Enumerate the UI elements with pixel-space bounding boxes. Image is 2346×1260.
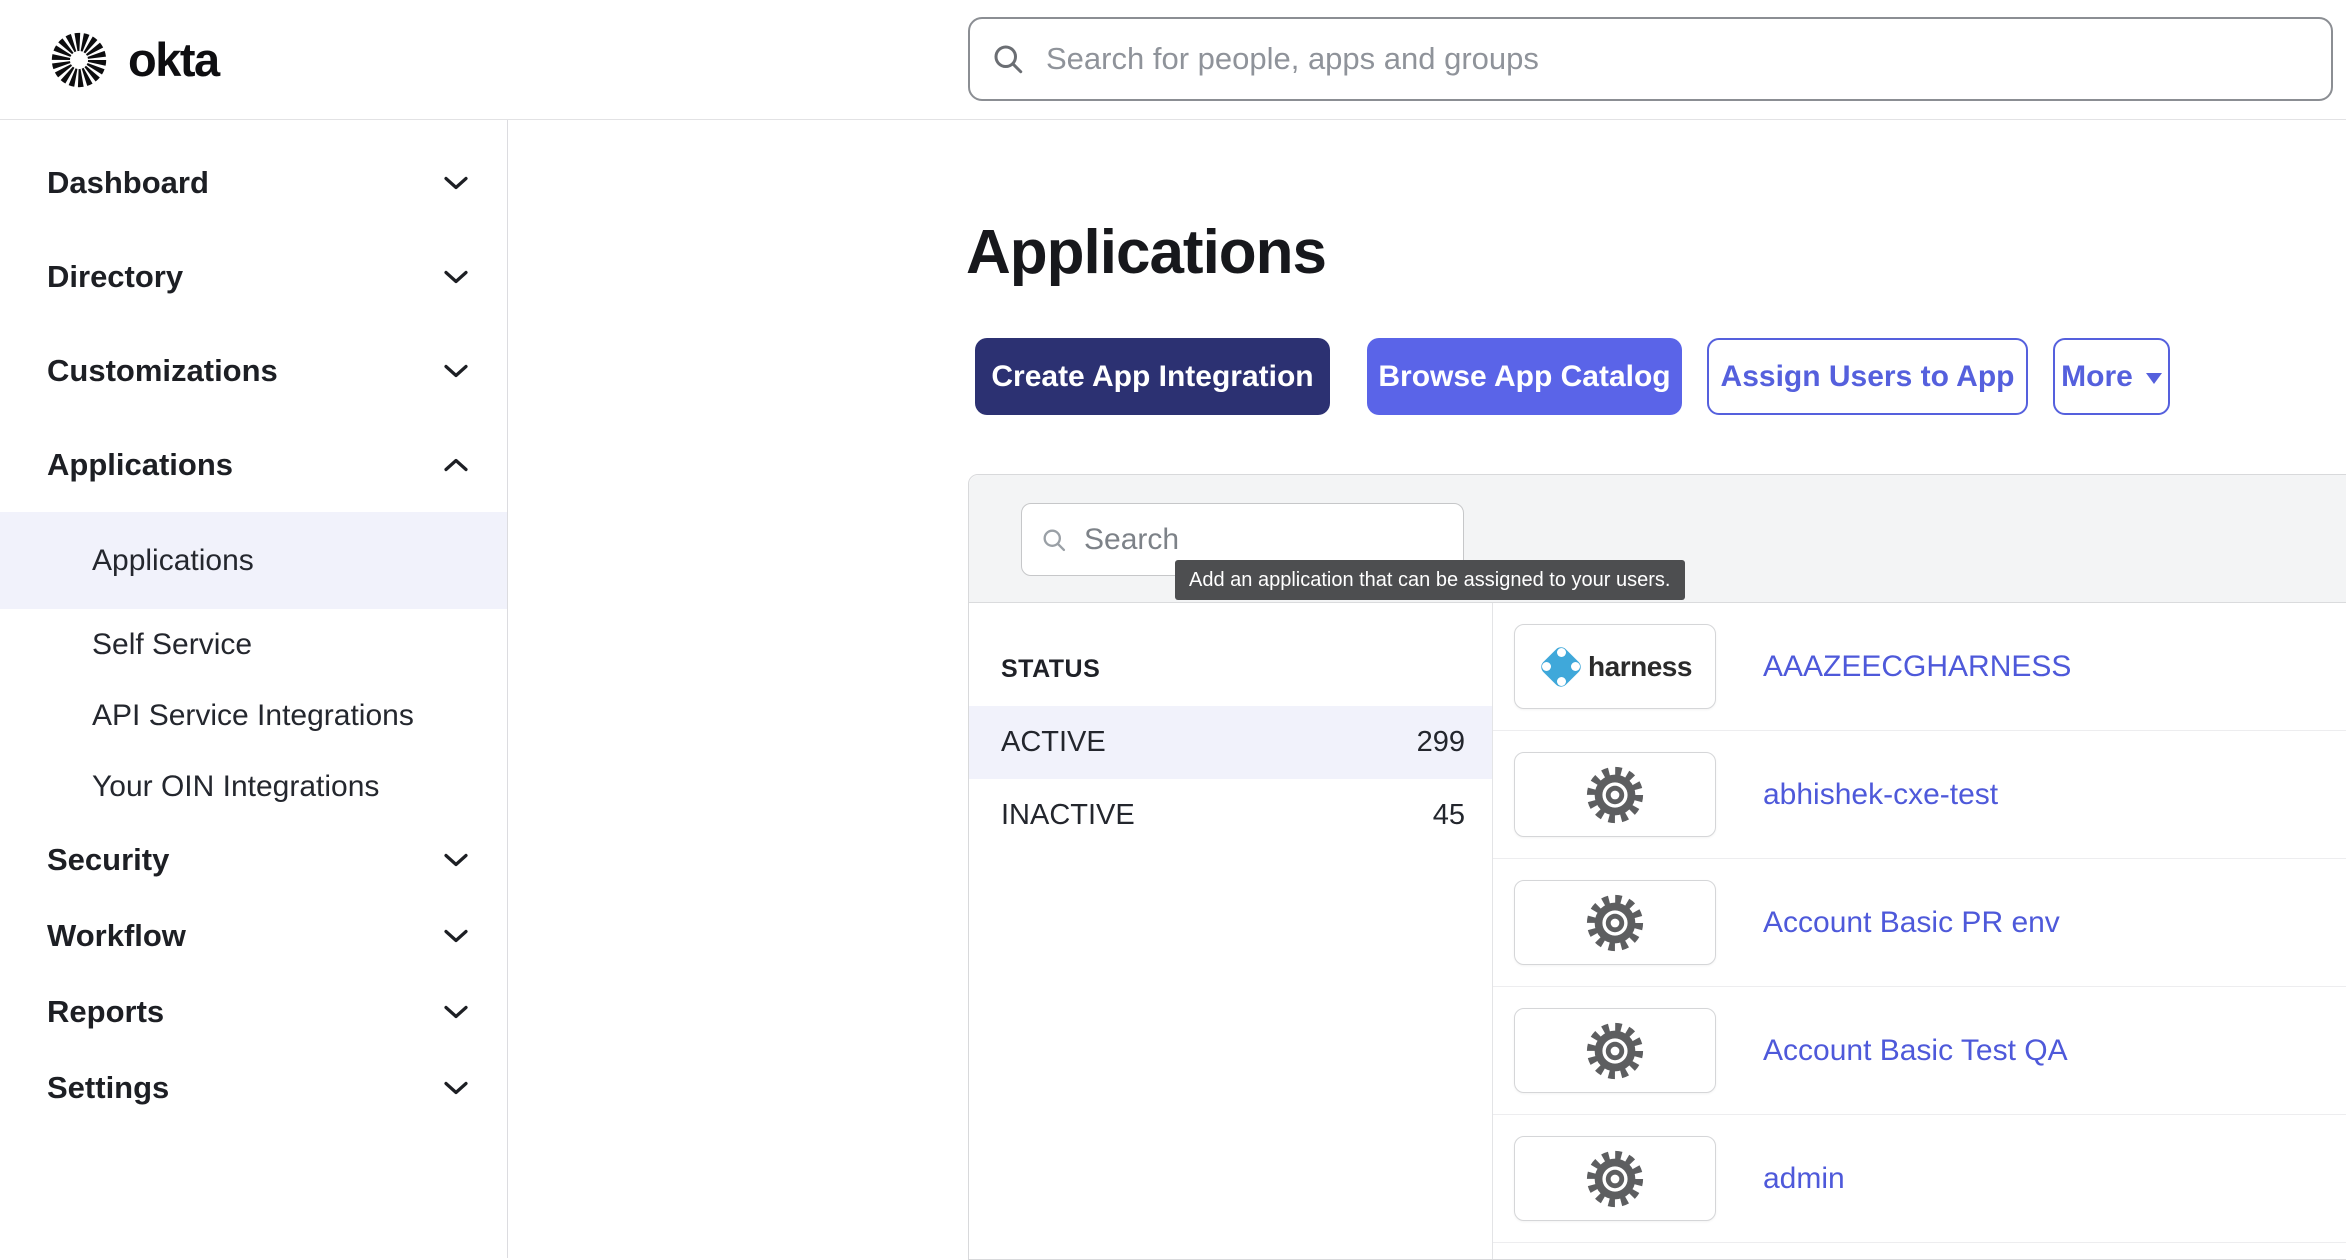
- sidebar-item-applications[interactable]: Applications: [0, 418, 507, 512]
- sidebar-item-label: Dashboard: [47, 165, 209, 201]
- sidebar-item-reports[interactable]: Reports: [0, 974, 507, 1050]
- harness-logo: harness: [1538, 644, 1692, 690]
- chevron-down-icon: [443, 928, 469, 944]
- create-app-integration-button[interactable]: Create App Integration: [975, 338, 1330, 415]
- page-title: Applications: [966, 222, 1326, 284]
- sidebar-item-api-service-integrations[interactable]: API Service Integrations: [0, 680, 507, 751]
- tooltip: Add an application that can be assigned …: [1175, 560, 1685, 600]
- app-icon-tile: [1514, 1136, 1716, 1221]
- status-filter-heading: STATUS: [969, 655, 1492, 684]
- global-search[interactable]: [968, 17, 2333, 101]
- sidebar-item-label: Directory: [47, 259, 183, 295]
- status-filter-count: 45: [1433, 799, 1465, 832]
- sidebar-item-label: Customizations: [47, 353, 278, 389]
- panel-body: STATUS ACTIVE 299 INACTIVE 45 harness AAAZEE…: [969, 603, 2346, 1259]
- chevron-up-icon: [443, 457, 469, 473]
- sidebar-item-label: Your OIN Integrations: [92, 770, 379, 804]
- sidebar-item-label: Applications: [47, 447, 233, 483]
- sidebar-item-label: Security: [47, 842, 169, 878]
- chevron-down-icon: [443, 175, 469, 191]
- sidebar-item-applications[interactable]: Applications: [0, 512, 507, 609]
- okta-logo-text: okta: [128, 32, 219, 87]
- app-icon-tile: harness: [1514, 624, 1716, 709]
- app-search-input[interactable]: [1082, 522, 1472, 558]
- harness-logo-mark: [1538, 644, 1584, 690]
- app-link-admin[interactable]: admin: [1763, 1162, 1845, 1196]
- app-icon-tile: [1514, 880, 1716, 965]
- search-icon: [1040, 526, 1068, 554]
- sidebar-item-customizations[interactable]: Customizations: [0, 324, 507, 418]
- sidebar-item-label: Self Service: [92, 628, 252, 662]
- sidebar-item-label: API Service Integrations: [92, 699, 414, 733]
- app-link-account-basic-test-qa[interactable]: Account Basic Test QA: [1763, 1034, 2068, 1068]
- status-filter-count: 299: [1417, 726, 1465, 759]
- app-row: harness AAAZEECGHARNESS: [1493, 603, 2346, 731]
- app-list: harness AAAZEECGHARNESS abhishek-cxe-test A…: [1493, 603, 2346, 1259]
- harness-logo-text: harness: [1588, 651, 1692, 683]
- global-search-input[interactable]: [1044, 40, 2311, 78]
- sidebar-item-label: Workflow: [47, 918, 186, 954]
- app-row: Account Basic PR env: [1493, 859, 2346, 987]
- app-row: abhishek-cxe-test: [1493, 731, 2346, 859]
- status-filter-label: INACTIVE: [1001, 799, 1135, 832]
- sidebar-item-security[interactable]: Security: [0, 822, 507, 898]
- app-link-account-basic-pr-env[interactable]: Account Basic PR env: [1763, 906, 2060, 940]
- app-row: Account Basic Test QA: [1493, 987, 2346, 1115]
- app-row: admin: [1493, 1115, 2346, 1243]
- status-filter-label: ACTIVE: [1001, 726, 1106, 759]
- sidebar-item-label: Settings: [47, 1070, 169, 1106]
- sidebar-item-settings[interactable]: Settings: [0, 1050, 507, 1126]
- app-link-abhishek-cxe-test[interactable]: abhishek-cxe-test: [1763, 778, 1998, 812]
- more-button-label: More: [2061, 360, 2133, 394]
- chevron-down-icon: [443, 852, 469, 868]
- status-filter: STATUS ACTIVE 299 INACTIVE 45: [969, 603, 1493, 1259]
- sidebar-item-label: Reports: [47, 994, 164, 1030]
- gear-icon: [1584, 1148, 1646, 1210]
- sidebar-item-workflow[interactable]: Workflow: [0, 898, 507, 974]
- app-icon-tile: [1514, 752, 1716, 837]
- sidebar-item-dashboard[interactable]: Dashboard: [0, 136, 507, 230]
- chevron-down-icon: [443, 1080, 469, 1096]
- gear-icon: [1584, 764, 1646, 826]
- gear-icon: [1584, 892, 1646, 954]
- sidebar-item-label: Applications: [92, 544, 254, 578]
- okta-logo-icon: [50, 31, 108, 89]
- status-filter-rows: ACTIVE 299 INACTIVE 45: [969, 706, 1492, 852]
- search-icon: [990, 41, 1026, 77]
- dropdown-arrow-icon: [2146, 373, 2162, 384]
- sidebar-item-self-service[interactable]: Self Service: [0, 609, 507, 680]
- chevron-down-icon: [443, 1004, 469, 1020]
- chevron-down-icon: [443, 363, 469, 379]
- status-filter-active[interactable]: ACTIVE 299: [969, 706, 1492, 779]
- app-link-aaazeecgharness[interactable]: AAAZEECGHARNESS: [1763, 650, 2071, 684]
- chevron-down-icon: [443, 269, 469, 285]
- more-button[interactable]: More: [2053, 338, 2170, 415]
- gear-icon: [1584, 1020, 1646, 1082]
- app-icon-tile: [1514, 1008, 1716, 1093]
- okta-logo: okta: [50, 0, 219, 119]
- assign-users-to-app-button[interactable]: Assign Users to App: [1707, 338, 2028, 415]
- status-filter-inactive[interactable]: INACTIVE 45: [969, 779, 1492, 852]
- sidebar: Dashboard Directory Customizations Applicat…: [0, 120, 508, 1258]
- browse-app-catalog-button[interactable]: Browse App Catalog: [1367, 338, 1682, 415]
- sidebar-item-your-oin-integrations[interactable]: Your OIN Integrations: [0, 751, 507, 822]
- sidebar-item-directory[interactable]: Directory: [0, 230, 507, 324]
- top-header: okta: [0, 0, 2346, 120]
